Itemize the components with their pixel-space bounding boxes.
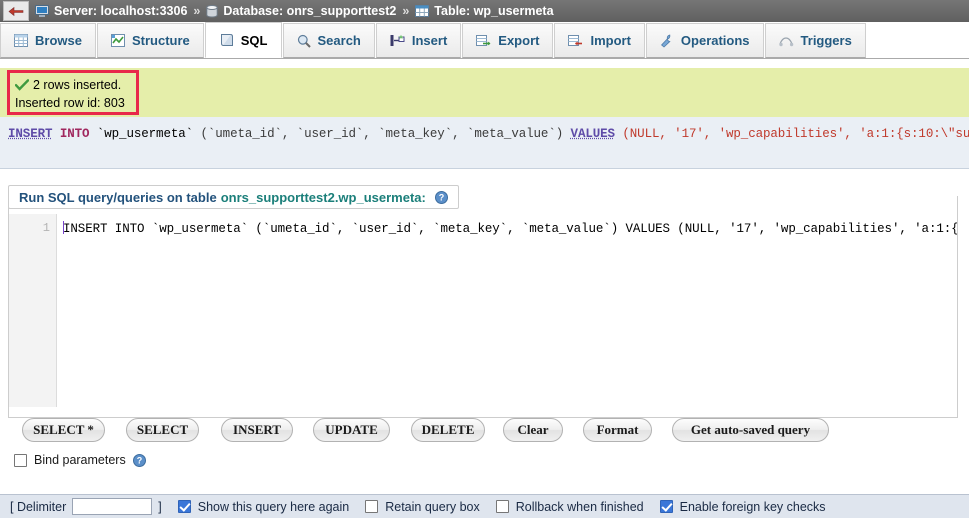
- insert-icon: [390, 34, 405, 48]
- sql-icon: [219, 33, 234, 47]
- show-query-again-checkbox[interactable]: [177, 500, 191, 513]
- retain-query-box-group: Retain query box: [365, 500, 480, 514]
- tab-operations-label: Operations: [680, 33, 750, 48]
- tab-insert[interactable]: Insert: [375, 23, 462, 58]
- svg-text:?: ?: [136, 455, 142, 465]
- enable-foreign-key-checks-group: Enable foreign key checks: [659, 500, 826, 514]
- sql-keyword-into: INTO: [59, 127, 90, 141]
- query-result-notice: 2 rows inserted. Inserted row id: 803: [7, 70, 139, 115]
- bind-parameters-row: Bind parameters ?: [14, 453, 146, 467]
- rollback-when-finished-checkbox[interactable]: [495, 500, 509, 513]
- insert-button[interactable]: INSERT: [221, 418, 293, 442]
- rollback-when-finished-group: Rollback when finished: [495, 500, 644, 514]
- delimiter-group: [ Delimiter ]: [10, 498, 162, 515]
- breadcrumb-item-table[interactable]: Table: wp_usermeta: [415, 4, 554, 18]
- breadcrumb-separator-2: »: [402, 4, 410, 18]
- select-star-button[interactable]: SELECT *: [22, 418, 105, 442]
- rollback-when-finished-label[interactable]: Rollback when finished: [516, 500, 644, 514]
- tab-import-label: Import: [590, 33, 631, 48]
- sql-keyword-values: VALUES: [570, 127, 616, 141]
- tab-search-label: Search: [317, 33, 361, 48]
- breadcrumb-server-label: Server: localhost:3306: [54, 4, 188, 18]
- sql-table-name: `wp_usermeta`: [96, 127, 194, 141]
- editor-line-number: 1: [42, 221, 50, 235]
- server-icon: [35, 4, 49, 18]
- main-tab-bar: Browse Structure SQL Search Insert Expor…: [0, 22, 969, 59]
- back-button[interactable]: [3, 1, 29, 21]
- table-icon: [415, 5, 430, 17]
- notice-inserted-row-id: Inserted row id: 803: [15, 96, 125, 110]
- editor-sql-text: INSERT INTO `wp_usermeta` (`umeta_id`, `…: [63, 222, 957, 236]
- search-icon: [297, 34, 311, 48]
- sql-column-list: (`umeta_id`, `user_id`, `meta_key`, `met…: [200, 127, 564, 141]
- phpmyadmin-sql-page: Server: localhost:3306 » Database: onrs_…: [0, 0, 969, 518]
- tab-sql-label: SQL: [240, 32, 268, 48]
- import-icon: [568, 34, 583, 47]
- sql-values-list: (NULL, '17', 'wp_capabilities', 'a:1:{s:…: [622, 127, 969, 141]
- back-arrow-icon: [8, 6, 24, 16]
- tab-sql[interactable]: SQL: [204, 22, 282, 58]
- browse-icon: [14, 34, 28, 47]
- enable-foreign-key-checks-label[interactable]: Enable foreign key checks: [680, 500, 826, 514]
- export-icon: [476, 34, 491, 47]
- breadcrumb: Server: localhost:3306 » Database: onrs_…: [0, 0, 969, 22]
- bind-parameters-checkbox[interactable]: [14, 453, 27, 467]
- show-query-again-group: Show this query here again: [177, 500, 349, 514]
- tab-browse[interactable]: Browse: [0, 23, 96, 58]
- enable-foreign-key-checks-checkbox[interactable]: [659, 500, 673, 513]
- sql-action-buttons: SELECT * SELECT INSERT UPDATE DELETE Cle…: [0, 418, 969, 450]
- bind-parameters-label[interactable]: Bind parameters: [34, 453, 126, 467]
- executed-sql-display: INSERT INTO `wp_usermeta` (`umeta_id`, `…: [0, 117, 969, 169]
- clear-button[interactable]: Clear: [503, 418, 563, 442]
- update-button[interactable]: UPDATE: [313, 418, 390, 442]
- query-result-notice-area: 2 rows inserted. Inserted row id: 803: [0, 68, 969, 117]
- sql-keyword-insert: INSERT: [8, 127, 53, 141]
- notice-rows-inserted: 2 rows inserted.: [33, 77, 122, 92]
- tab-structure-label: Structure: [131, 33, 190, 48]
- notice-line-1-row: 2 rows inserted.: [14, 75, 132, 94]
- sql-query-editor[interactable]: 1 INSERT INTO `wp_usermeta` (`umeta_id`,…: [9, 214, 957, 407]
- retain-query-box-checkbox[interactable]: [365, 500, 379, 513]
- sql-options-bar: [ Delimiter ] Show this query here again…: [0, 494, 969, 518]
- structure-icon: [110, 34, 125, 47]
- tab-triggers[interactable]: Triggers: [764, 23, 866, 58]
- tab-browse-label: Browse: [35, 33, 82, 48]
- breadcrumb-table-label: Table: wp_usermeta: [434, 4, 554, 18]
- success-check-icon: [14, 78, 30, 91]
- tab-triggers-label: Triggers: [800, 33, 852, 48]
- breadcrumb-item-server[interactable]: Server: localhost:3306: [35, 4, 187, 18]
- retain-query-box-label[interactable]: Retain query box: [385, 500, 480, 514]
- run-sql-legend-table: onrs_supporttest2.wp_usermeta:: [220, 189, 426, 205]
- tab-structure[interactable]: Structure: [96, 23, 204, 58]
- select-button[interactable]: SELECT: [126, 418, 199, 442]
- triggers-icon: [778, 35, 794, 47]
- format-button[interactable]: Format: [583, 418, 652, 442]
- tab-export-label: Export: [498, 33, 540, 48]
- breadcrumb-database-label: Database: onrs_supporttest2: [223, 4, 397, 18]
- tab-search[interactable]: Search: [282, 23, 375, 58]
- breadcrumb-item-database[interactable]: Database: onrs_supporttest2: [206, 4, 396, 18]
- breadcrumb-separator-1: »: [193, 4, 201, 18]
- database-icon: [206, 4, 219, 18]
- executed-sql-text: INSERT INTO `wp_usermeta` (`umeta_id`, `…: [8, 127, 969, 141]
- get-auto-saved-query-button[interactable]: Get auto-saved query: [672, 418, 829, 442]
- help-icon[interactable]: ?: [434, 190, 448, 204]
- tab-import[interactable]: Import: [554, 23, 645, 58]
- delimiter-input[interactable]: [72, 498, 153, 515]
- run-sql-panel-legend: Run SQL query/queries on table onrs_supp…: [8, 185, 459, 209]
- svg-text:?: ?: [439, 192, 445, 202]
- editor-gutter: 1: [9, 214, 57, 407]
- tab-operations[interactable]: Operations: [645, 23, 764, 58]
- wrench-icon: [660, 34, 674, 48]
- tab-export[interactable]: Export: [462, 23, 554, 58]
- delimiter-label: [ Delimiter: [10, 499, 67, 514]
- run-sql-legend-prefix: Run SQL query/queries on table: [19, 189, 217, 205]
- delete-button[interactable]: DELETE: [411, 418, 485, 442]
- show-query-again-label[interactable]: Show this query here again: [198, 500, 349, 514]
- tab-insert-label: Insert: [411, 33, 448, 48]
- help-icon[interactable]: ?: [132, 453, 146, 467]
- editor-code-area[interactable]: INSERT INTO `wp_usermeta` (`umeta_id`, `…: [57, 214, 957, 407]
- delimiter-suffix: ]: [158, 499, 162, 514]
